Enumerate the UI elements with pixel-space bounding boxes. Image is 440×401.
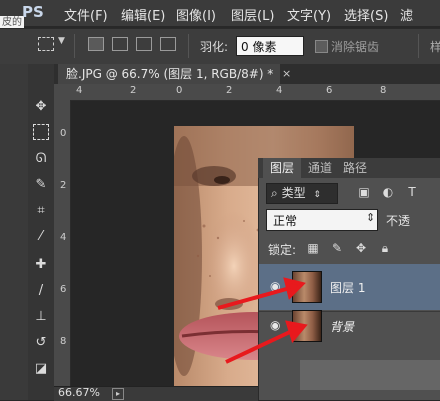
annotation-arrows — [217, 277, 308, 364]
annotation-arrowhead — [285, 320, 308, 344]
annotation-arrowhead — [283, 277, 306, 300]
status-menu-icon[interactable]: ▸ — [112, 388, 124, 400]
annotation-arrow — [225, 329, 293, 364]
zoom-level[interactable]: 66.67% — [58, 386, 100, 400]
annotation-arrow — [217, 286, 291, 310]
